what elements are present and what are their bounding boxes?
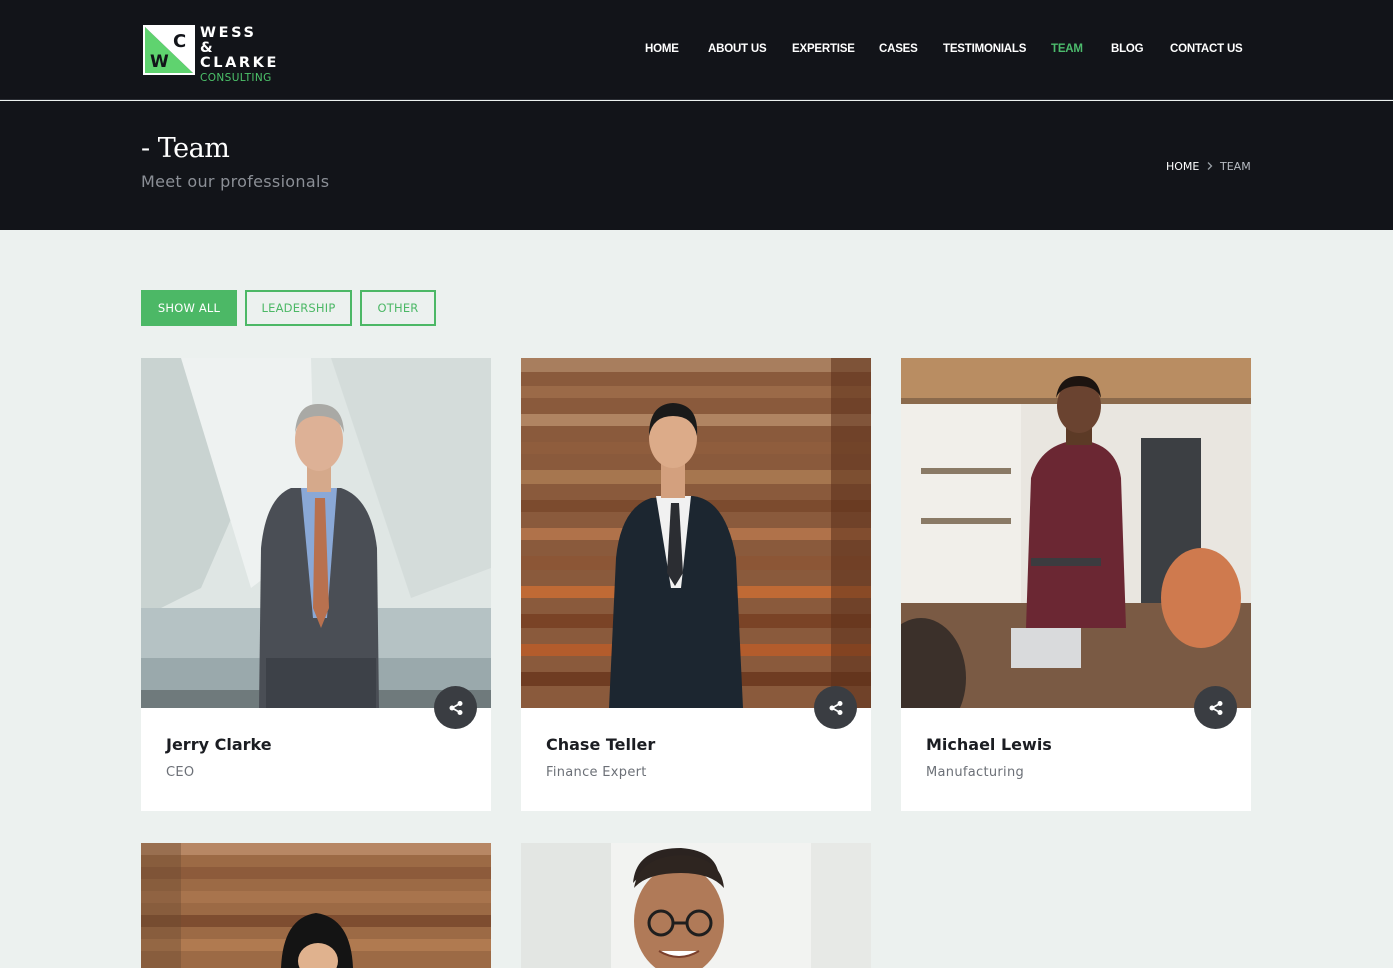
member-name[interactable]: Chase Teller	[546, 735, 655, 754]
team-photo[interactable]	[141, 358, 491, 708]
team-card: Michael Lewis Manufacturing	[901, 358, 1251, 811]
portrait-image	[901, 358, 1251, 708]
breadcrumb-current: TEAM	[1220, 160, 1251, 173]
share-icon	[1209, 700, 1222, 715]
page-title: - Team	[141, 133, 230, 164]
share-icon	[449, 700, 462, 715]
nav-expertise[interactable]: EXPERTISE	[792, 43, 855, 59]
logo-line-3: CONSULTING	[200, 72, 272, 84]
share-button[interactable]	[434, 686, 477, 729]
nav-blog[interactable]: BLOG	[1111, 43, 1144, 59]
member-role: Finance Expert	[546, 765, 647, 780]
portrait-image	[521, 843, 871, 968]
company-logo[interactable]: C W WESS & CLARKE CONSULTING	[143, 25, 278, 84]
logo-text: WESS & CLARKE CONSULTING	[200, 26, 279, 85]
nav-home[interactable]: HOME	[645, 43, 679, 59]
team-photo[interactable]	[901, 358, 1251, 708]
svg-text:W: W	[150, 52, 169, 72]
share-icon	[829, 700, 842, 715]
filter-show-all[interactable]: SHOW ALL	[141, 290, 237, 326]
logo-line-2: CLARKE	[200, 55, 280, 71]
logo-mark-icon: C W	[143, 25, 195, 75]
team-photo[interactable]	[521, 358, 871, 708]
breadcrumb-home[interactable]: HOME	[1166, 160, 1199, 173]
chevron-right-icon	[1207, 162, 1213, 170]
page-subtitle: Meet our professionals	[141, 172, 330, 191]
nav-contact-us[interactable]: CONTACT US	[1170, 43, 1243, 59]
portrait-image	[141, 358, 491, 708]
svg-text:C: C	[173, 31, 186, 52]
team-card: Chase Teller Finance Expert	[521, 358, 871, 811]
share-button[interactable]	[1194, 686, 1237, 729]
team-photo[interactable]	[141, 843, 491, 968]
team-photo[interactable]	[521, 843, 871, 968]
team-card	[141, 843, 491, 968]
member-role: Manufacturing	[926, 765, 1025, 780]
team-card: Jerry Clarke CEO	[141, 358, 491, 811]
nav-team[interactable]: TEAM	[1051, 43, 1083, 59]
member-name[interactable]: Michael Lewis	[926, 735, 1052, 754]
portrait-image	[141, 843, 491, 968]
logo-line-1: WESS &	[200, 25, 257, 56]
nav-about-us[interactable]: ABOUT US	[708, 43, 767, 59]
nav-testimonials[interactable]: TESTIMONIALS	[943, 43, 1026, 59]
filter-leadership[interactable]: LEADERSHIP	[245, 290, 352, 326]
filter-other[interactable]: OTHER	[360, 290, 436, 326]
team-card	[521, 843, 871, 968]
share-button[interactable]	[814, 686, 857, 729]
member-role: CEO	[166, 765, 195, 780]
member-name[interactable]: Jerry Clarke	[166, 735, 272, 754]
nav-cases[interactable]: CASES	[879, 43, 918, 59]
portrait-image	[521, 358, 871, 708]
